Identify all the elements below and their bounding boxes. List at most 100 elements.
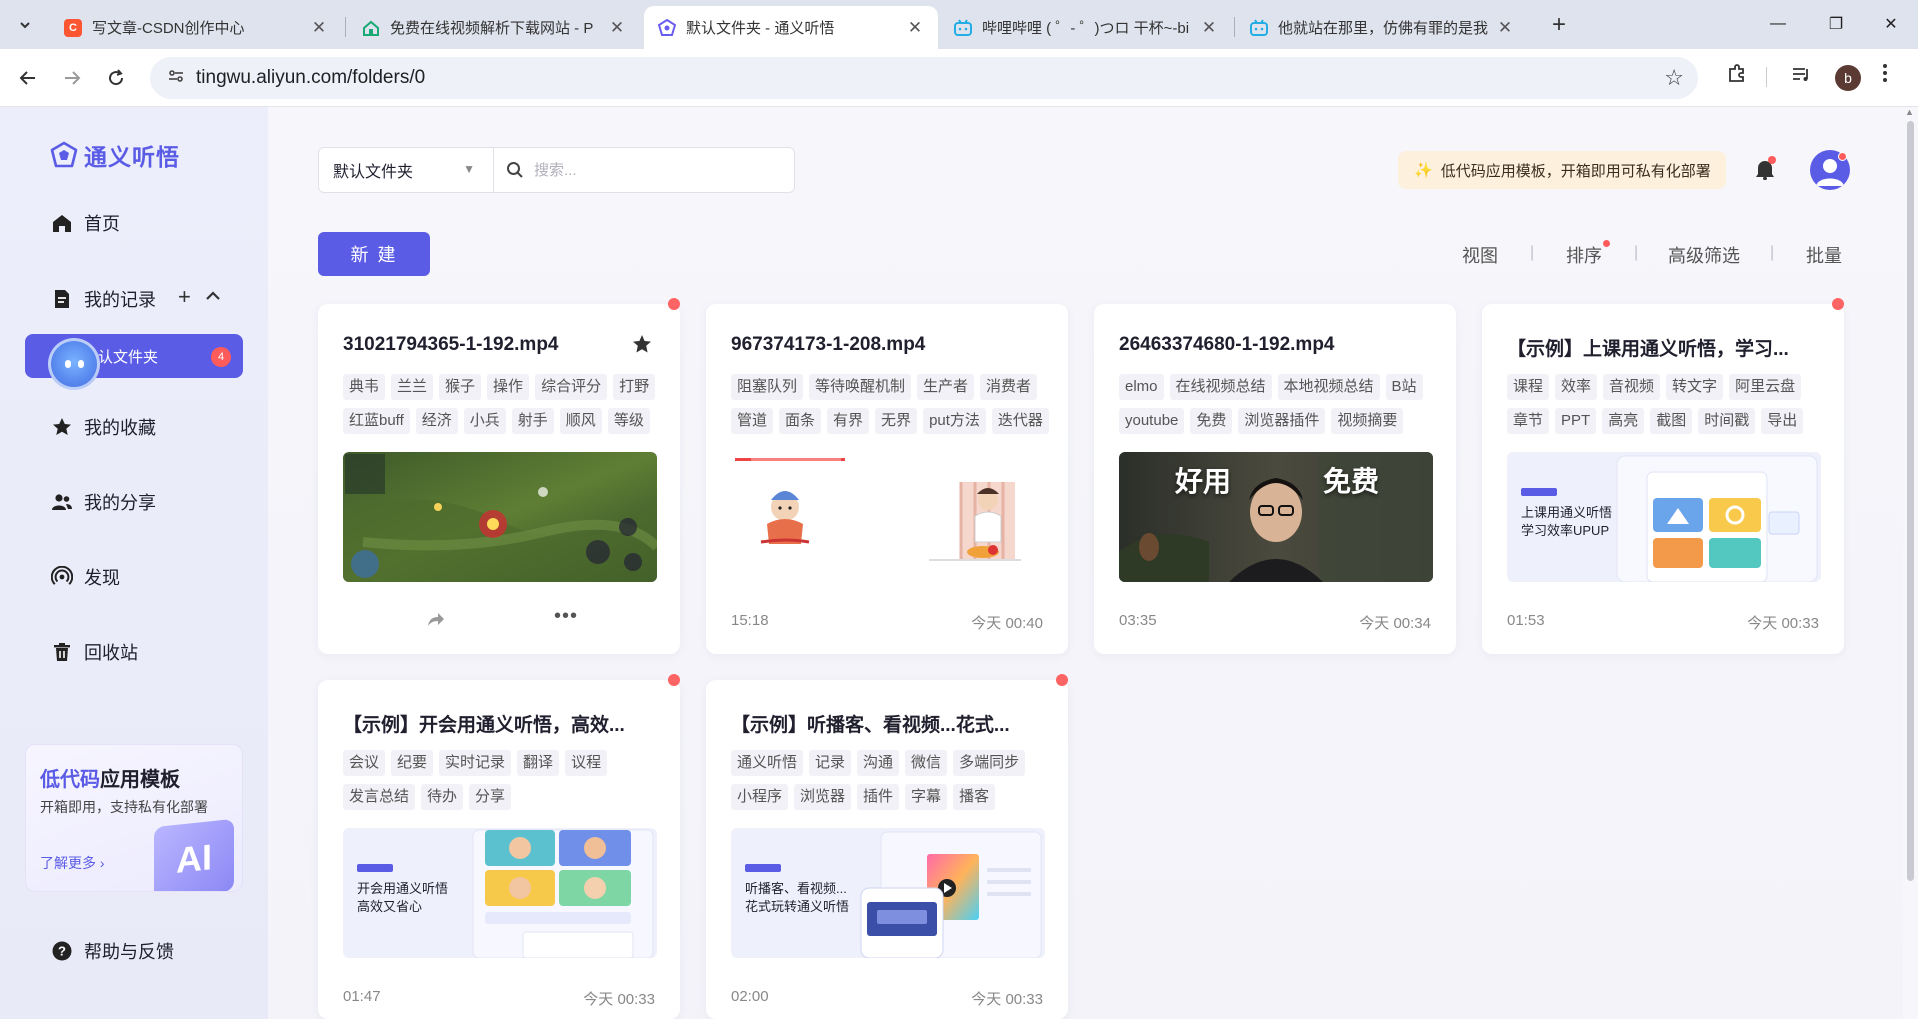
scroll-up-arrow-icon[interactable]: ▲ [1905, 107, 1914, 117]
tag[interactable]: 发言总结 [343, 784, 416, 810]
sidebar-item-discover[interactable]: 发现 [50, 564, 120, 590]
sidebar-item-help[interactable]: ? 帮助与反馈 [50, 938, 174, 964]
tag[interactable]: 导出 [1761, 408, 1804, 434]
new-tab-button[interactable]: + [1544, 10, 1574, 40]
media-control-icon[interactable] [1790, 63, 1812, 91]
tag[interactable]: 沟通 [857, 750, 900, 776]
record-card[interactable]: 26463374680-1-192.mp4 elmo 在线视频总结 本地视频总结… [1094, 304, 1456, 654]
tag[interactable]: 浏览器插件 [1238, 408, 1326, 434]
tag[interactable]: 管道 [731, 408, 774, 434]
search-input[interactable] [534, 161, 764, 179]
scrollbar-thumb[interactable] [1907, 121, 1914, 881]
browser-menu-icon[interactable] [1882, 63, 1888, 89]
browser-profile-avatar[interactable]: b [1835, 65, 1861, 91]
tag[interactable]: 会议 [343, 750, 386, 776]
video-thumbnail-podcast[interactable]: 听播客、看视频... 花式玩转通义听悟 [731, 828, 1045, 958]
browser-tab-tingwu[interactable]: 默认文件夹 - 通义听悟 ✕ [644, 6, 938, 49]
tag[interactable]: 小程序 [731, 784, 789, 810]
tag[interactable]: 课程 [1507, 374, 1550, 400]
tag[interactable]: 有界 [827, 408, 870, 434]
sidebar-item-trash[interactable]: 回收站 [50, 639, 138, 665]
tag[interactable]: 效率 [1555, 374, 1598, 400]
record-card[interactable]: 967374173-1-208.mp4 阻塞队列 等待唤醒机制 生产者 消费者 … [706, 304, 1068, 654]
tag[interactable]: 兰兰 [391, 374, 434, 400]
tag[interactable]: B站 [1385, 374, 1423, 400]
tag[interactable]: elmo [1119, 374, 1164, 400]
tag[interactable]: 微信 [905, 750, 948, 776]
share-icon[interactable] [426, 609, 446, 629]
tag[interactable]: 面条 [779, 408, 822, 434]
close-tab-icon[interactable]: ✕ [1494, 18, 1516, 38]
close-tab-icon[interactable]: ✕ [904, 18, 926, 38]
close-tab-icon[interactable]: ✕ [1198, 18, 1220, 38]
tingwu-logo[interactable]: 通义听悟 [50, 138, 180, 172]
tag[interactable]: 记录 [809, 750, 852, 776]
tag[interactable]: 通义听悟 [731, 750, 804, 776]
tag[interactable]: 待办 [421, 784, 464, 810]
tag[interactable]: 时间戳 [1698, 408, 1756, 434]
bookmark-star-icon[interactable]: ☆ [1664, 65, 1684, 91]
forward-button[interactable] [56, 62, 88, 94]
promo-learn-more-link[interactable]: 了解更多 › [40, 853, 105, 873]
tag[interactable]: 音视频 [1603, 374, 1661, 400]
assistant-robot-icon[interactable] [48, 338, 100, 390]
restore-window-button[interactable]: ❐ [1806, 8, 1866, 40]
tag[interactable]: 多端同步 [953, 750, 1026, 776]
favorite-star-icon[interactable] [632, 334, 652, 354]
tag[interactable]: 免费 [1190, 408, 1233, 434]
advanced-filter-button[interactable]: 高级筛选 [1668, 242, 1740, 268]
tag[interactable]: 无界 [875, 408, 918, 434]
tag[interactable]: PPT [1555, 408, 1597, 434]
sidebar-item-home[interactable]: 首页 [50, 210, 120, 236]
tag[interactable]: 打野 [613, 374, 656, 400]
close-tab-icon[interactable]: ✕ [308, 18, 330, 38]
back-button[interactable] [12, 62, 44, 94]
tag[interactable]: 实时记录 [439, 750, 512, 776]
minimize-window-button[interactable]: — [1748, 8, 1808, 40]
browser-tab-csdn[interactable]: C 写文章-CSDN创作中心 ✕ [50, 6, 342, 49]
video-thumbnail-meeting[interactable]: 开会用通义听悟 高效又省心 [343, 828, 657, 958]
record-card[interactable]: 【示例】听播客、看视频...花式... 通义听悟 记录 沟通 微信 多端同步 小… [706, 674, 1068, 1019]
tag[interactable]: 章节 [1507, 408, 1550, 434]
view-button[interactable]: 视图 [1462, 242, 1498, 268]
browser-tab-bilibili-2[interactable]: 他就站在那里，仿佛有罪的是我 ✕ [1236, 6, 1528, 49]
tag[interactable]: 阿里云盘 [1729, 374, 1802, 400]
tag[interactable]: 小兵 [463, 408, 506, 434]
sidebar-item-records[interactable]: 我的记录 [50, 286, 156, 312]
tag[interactable]: 本地视频总结 [1277, 374, 1380, 400]
tag[interactable]: 典韦 [343, 374, 386, 400]
add-record-icon[interactable]: + [178, 284, 191, 310]
tag[interactable]: 猴子 [439, 374, 482, 400]
video-thumbnail-class[interactable]: 上课用通义听悟 学习效率UPUP [1507, 452, 1821, 582]
tag[interactable]: 转文字 [1666, 374, 1724, 400]
collapse-chevron-icon[interactable] [205, 284, 221, 310]
folder-select[interactable]: 默认文件夹 ▼ [318, 147, 494, 193]
tag[interactable]: 等待唤醒机制 [809, 374, 912, 400]
video-thumbnail-person[interactable]: 好用 免费 [1119, 452, 1433, 582]
batch-button[interactable]: 批量 [1806, 242, 1842, 268]
tag[interactable]: 等级 [607, 408, 650, 434]
sidebar-item-shares[interactable]: 我的分享 [50, 489, 156, 515]
reload-button[interactable] [100, 62, 132, 94]
tag[interactable]: 截图 [1650, 408, 1693, 434]
tag[interactable]: 迭代器 [991, 408, 1049, 434]
tag[interactable]: 翻译 [517, 750, 560, 776]
tag[interactable]: 红蓝buff [343, 408, 410, 434]
tag[interactable]: 阻塞队列 [731, 374, 804, 400]
new-record-button[interactable]: 新 建 [318, 232, 430, 276]
tag[interactable]: 顺风 [559, 408, 602, 434]
close-tab-icon[interactable]: ✕ [606, 18, 628, 38]
sidebar-item-favorites[interactable]: 我的收藏 [50, 414, 156, 440]
tag[interactable]: 视频摘要 [1331, 408, 1404, 434]
site-info-icon[interactable] [156, 67, 196, 90]
tag[interactable]: 综合评分 [535, 374, 608, 400]
tag[interactable]: 分享 [469, 784, 512, 810]
tag[interactable]: 生产者 [917, 374, 975, 400]
tag[interactable]: 高亮 [1602, 408, 1645, 434]
tag[interactable]: youtube [1119, 408, 1185, 434]
tag[interactable]: 经济 [415, 408, 458, 434]
tag[interactable]: 字幕 [905, 784, 948, 810]
more-options-icon[interactable]: ••• [554, 606, 578, 629]
browser-tab-bilibili[interactable]: 哔哩哔哩 ( ゜- ゜)つロ 干杯~-bi ✕ [940, 6, 1232, 49]
address-bar[interactable]: tingwu.aliyun.com/folders/0 ☆ [150, 57, 1698, 99]
